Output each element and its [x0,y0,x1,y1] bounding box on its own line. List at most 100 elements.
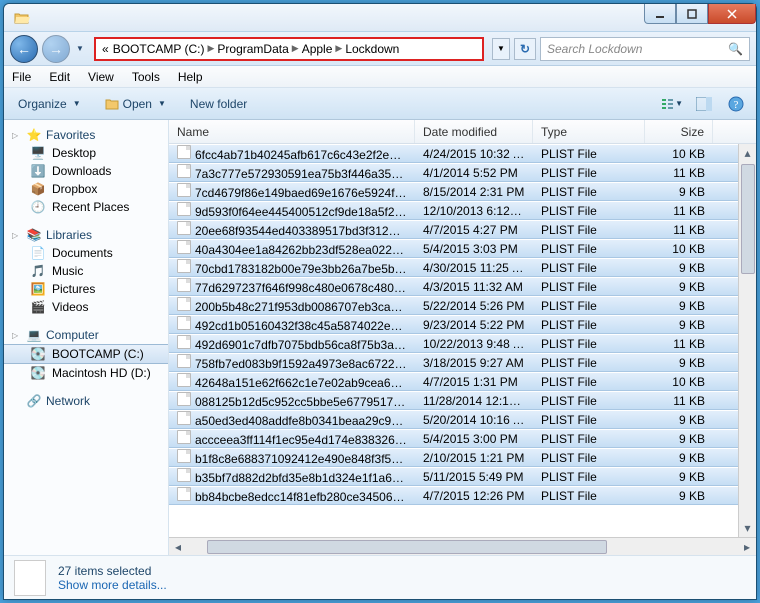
videos-icon: 🎬 [30,300,46,314]
plist-file-icon [177,278,191,292]
minimize-button[interactable] [644,4,676,24]
table-row[interactable]: 40a4304ee1a84262bb23df528ea0228223d...5/… [169,239,738,258]
pictures-icon: 🖼️ [30,282,46,296]
statusbar: 27 items selected Show more details... [4,555,756,599]
sidebar-item-label: Macintosh HD (D:) [52,366,151,380]
plist-file-icon [177,164,191,178]
show-more-link[interactable]: Show more details... [58,578,167,592]
table-row[interactable]: 7cd4679f86e149baed69e1676e5924fc8110...8… [169,182,738,201]
sidebar-group-computer[interactable]: ▷💻Computer [4,326,168,344]
table-row[interactable]: 7a3c777e572930591ea75b3f446a355a1769...4… [169,163,738,182]
plist-file-icon [177,430,191,444]
plist-file-icon [177,354,191,368]
column-type[interactable]: Type [533,120,645,143]
open-button[interactable]: Open▼ [99,95,172,113]
new-folder-button[interactable]: New folder [184,95,253,113]
sidebar-item-label: Dropbox [52,182,97,196]
table-row[interactable]: 42648a151e62f662c1e7e02ab9cea6bf8a40...4… [169,372,738,391]
menu-file[interactable]: File [10,68,33,86]
file-list[interactable]: 6fcc4ab71b40245afb617c6c43e2f2e19c75...4… [169,144,738,537]
plist-file-icon [177,240,191,254]
menu-edit[interactable]: Edit [47,68,72,86]
search-icon: 🔍 [728,42,743,56]
refresh-button[interactable]: ↻ [514,38,536,60]
table-row[interactable]: 200b5b48c271f953db0086707eb3ca84c8a...5/… [169,296,738,315]
sidebar-item[interactable]: 🖼️Pictures [4,280,168,298]
sidebar-item[interactable]: 💽BOOTCAMP (C:) [4,344,168,364]
dropbox-icon: 📦 [30,182,46,196]
breadcrumb-part[interactable]: Apple [300,42,335,56]
plist-file-icon [177,373,191,387]
sidebar-group-network[interactable]: 🔗Network [4,392,168,410]
scroll-thumb[interactable] [207,540,607,554]
table-row[interactable]: 088125b12d5c952cc5bbe5e6779517a009...11/… [169,391,738,410]
vertical-scrollbar[interactable]: ▴ ▾ [738,144,756,537]
organize-button[interactable]: Organize▼ [12,95,87,113]
table-row[interactable]: b1f8c8e688371092412e490e848f3f5df38f3...… [169,448,738,467]
view-options-button[interactable]: ▼ [660,93,684,115]
sidebar-group-libraries[interactable]: ▷📚Libraries [4,226,168,244]
column-date[interactable]: Date modified [415,120,533,143]
table-row[interactable]: b35bf7d882d2bfd35e8b1d324e1f1a69643...5/… [169,467,738,486]
search-placeholder: Search Lockdown [547,42,642,56]
table-row[interactable]: 492d6901c7dfb7075bdb56ca8f75b3a2e04...10… [169,334,738,353]
sidebar-item[interactable]: ⬇️Downloads [4,162,168,180]
column-size[interactable]: Size [645,120,713,143]
table-row[interactable]: 20ee68f93544ed403389517bd3f31243d25b...4… [169,220,738,239]
menubar: File Edit View Tools Help [4,66,756,88]
sidebar-item[interactable]: 💽Macintosh HD (D:) [4,364,168,382]
titlebar[interactable] [4,4,756,32]
back-button[interactable]: ← [10,35,38,63]
sidebar-item[interactable]: 🖥️Desktop [4,144,168,162]
table-row[interactable]: 758fb7ed083b9f1592a4973e8ac67228d2e8...3… [169,353,738,372]
scroll-left-icon[interactable]: ◂ [169,539,187,555]
sidebar-item[interactable]: 📦 Dropbox [4,180,168,198]
table-row[interactable]: 492cd1b05160432f38c45a5874022e14341e...9… [169,315,738,334]
breadcrumb-part[interactable]: Lockdown [343,42,401,56]
menu-view[interactable]: View [86,68,116,86]
sidebar-item[interactable]: 🎬Videos [4,298,168,316]
table-row[interactable]: 70cbd1783182b00e79e3bb26a7be5ba980...4/3… [169,258,738,277]
toolbar: Organize▼ Open▼ New folder ▼ ? [4,88,756,120]
table-row[interactable]: accceea3ff114f1ec95e4d174e838326c4417...… [169,429,738,448]
close-button[interactable] [708,4,756,24]
plist-file-icon [177,145,191,159]
table-row[interactable]: a50ed3ed408addfe8b0341beaa29c9d17f1...5/… [169,410,738,429]
scroll-right-icon[interactable]: ▸ [738,539,756,555]
address-dropdown[interactable]: ▼ [492,38,510,60]
scroll-thumb[interactable] [741,164,755,274]
sidebar-item[interactable]: 📄Documents [4,244,168,262]
plist-file-icon [177,297,191,311]
history-dropdown[interactable]: ▼ [74,39,86,59]
help-button[interactable]: ? [724,93,748,115]
sidebar-item-label: Recent Places [52,200,129,214]
menu-tools[interactable]: Tools [130,68,162,86]
address-bar[interactable]: « BOOTCAMP (C:)▶ ProgramData▶ Apple▶ Loc… [94,37,484,61]
plist-file-icon [177,202,191,216]
plist-file-icon [177,449,191,463]
content-area: Name Date modified Type Size 6fcc4ab71b4… [169,120,756,555]
scroll-down-icon[interactable]: ▾ [740,519,756,537]
sidebar-item[interactable]: 🕘Recent Places [4,198,168,216]
search-input[interactable]: Search Lockdown 🔍 [540,37,750,61]
breadcrumb-part[interactable]: ProgramData [215,42,290,56]
desktop-icon: 🖥️ [30,146,46,160]
table-row[interactable]: bb84bcbe8edcc14f81efb280ce34506d9b0...4/… [169,486,738,505]
table-row[interactable]: 9d593f0f64ee445400512cf9de18a5f2abeec...… [169,201,738,220]
sidebar[interactable]: ▷⭐Favorites 🖥️Desktop⬇️Downloads 📦 Dropbox… [4,120,169,555]
sidebar-item-label: Documents [52,246,113,260]
breadcrumb-part[interactable]: BOOTCAMP (C:) [111,42,207,56]
column-name[interactable]: Name [169,120,415,143]
forward-button[interactable]: → [42,35,70,63]
maximize-button[interactable] [676,4,708,24]
preview-pane-button[interactable] [692,93,716,115]
drive-icon: 💽 [30,347,46,361]
table-row[interactable]: 6fcc4ab71b40245afb617c6c43e2f2e19c75...4… [169,144,738,163]
scroll-up-icon[interactable]: ▴ [740,144,756,162]
plist-file-icon [177,392,191,406]
menu-help[interactable]: Help [176,68,205,86]
sidebar-group-favorites[interactable]: ▷⭐Favorites [4,126,168,144]
horizontal-scrollbar[interactable]: ◂ ▸ [169,537,756,555]
table-row[interactable]: 77d6297237f646f998c480e0678c480d33c6...4… [169,277,738,296]
sidebar-item[interactable]: 🎵Music [4,262,168,280]
